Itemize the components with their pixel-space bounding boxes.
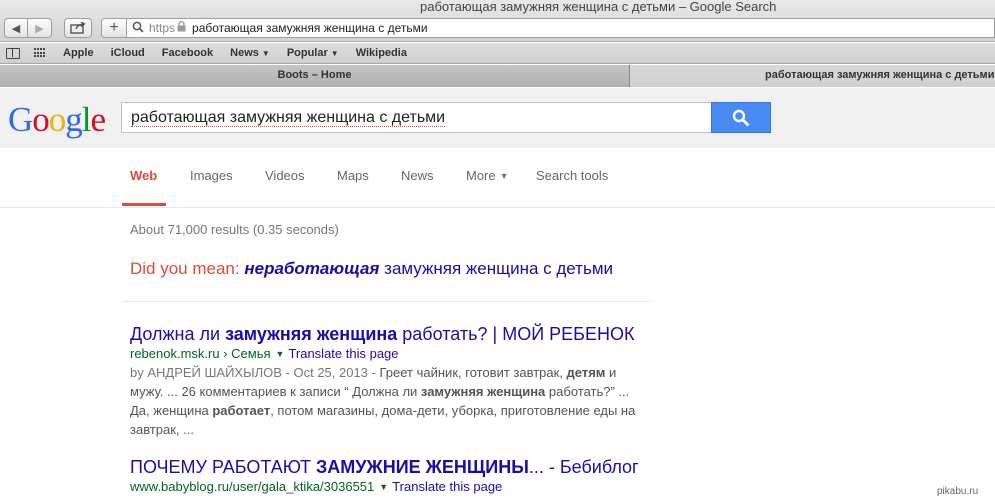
back-arrow-icon: ◀	[11, 22, 21, 35]
tab-images[interactable]: Images	[190, 168, 233, 183]
logo-letter: e	[90, 100, 107, 139]
address-bar[interactable]: https работающая замужняя женщина с деть…	[127, 18, 995, 38]
result-title-link[interactable]: Должна ли замужняя женщина работать? | М…	[130, 323, 650, 345]
bookmark-wikipedia[interactable]: Wikipedia	[356, 47, 407, 59]
tab-news[interactable]: News	[401, 168, 434, 183]
window-title: работающая замужняя женщина с детьми – G…	[420, 0, 777, 14]
divider	[122, 301, 651, 302]
search-result: ПОЧЕМУ РАБОТАЮТ ЗАМУЖНИЕ ЖЕНЩИНЫ... - Бе…	[130, 456, 650, 496]
result-snippet: by АНДРЕЙ ШАЙХЫЛОВ - Oct 25, 2013 - Грее…	[130, 365, 636, 437]
plus-icon: +	[109, 19, 119, 36]
did-you-mean-suggestion-link[interactable]: неработающая замужняя женщина с детьми	[244, 259, 613, 278]
chevron-down-icon: ▼	[499, 171, 509, 181]
search-result: Должна ли замужняя женщина работать? | М…	[130, 323, 650, 439]
tab-more[interactable]: More ▼	[466, 168, 509, 183]
chevron-down-icon: ▼	[261, 49, 270, 58]
chevron-down-icon: ▼	[330, 49, 339, 58]
forward-arrow-icon: ▶	[35, 22, 44, 35]
tab-maps[interactable]: Maps	[337, 168, 369, 183]
result-stats: About 71,000 results (0.35 seconds)	[130, 222, 339, 237]
tab-search-tools[interactable]: Search tools	[536, 168, 608, 183]
bookmarks-bar: Apple iCloud Facebook News ▼ Popular ▼ Wik…	[0, 43, 995, 64]
browser-tab-boots[interactable]: Boots – Home	[0, 65, 630, 87]
logo-letter: g	[65, 100, 82, 139]
logo-letter: l	[81, 100, 92, 139]
lock-icon	[177, 20, 186, 35]
watermark: pikabu.ru	[937, 486, 979, 497]
result-title-link[interactable]: ПОЧЕМУ РАБОТАЮТ ЗАМУЖНИЕ ЖЕНЩИНЫ... - Бе…	[130, 456, 650, 478]
back-button[interactable]: ◀	[4, 18, 28, 38]
search-input[interactable]: работающая замужняя женщина с детьми	[121, 102, 711, 133]
bookmark-news[interactable]: News ▼	[230, 47, 270, 59]
translate-link[interactable]: Translate this page	[392, 479, 502, 494]
translate-link[interactable]: Translate this page	[288, 346, 398, 361]
result-url: www.babyblog.ru/user/gala_ktika/3036551 ▼…	[130, 479, 503, 494]
bookmark-icloud[interactable]: iCloud	[111, 47, 145, 59]
bookmark-facebook[interactable]: Facebook	[162, 47, 213, 59]
google-logo[interactable]: Google	[8, 100, 107, 140]
tab-videos[interactable]: Videos	[265, 168, 305, 183]
top-sites-grid-icon[interactable]	[34, 48, 46, 58]
search-icon	[127, 21, 149, 36]
browser-toolbar: работающая замужняя женщина с детьми – G…	[0, 0, 995, 42]
bookmark-apple[interactable]: Apple	[63, 47, 94, 59]
new-tab-button[interactable]: +	[101, 18, 127, 38]
search-button[interactable]	[711, 102, 771, 133]
share-button[interactable]	[64, 18, 92, 38]
chevron-down-icon[interactable]: ▼	[276, 349, 285, 359]
chevron-down-icon[interactable]: ▼	[379, 482, 388, 492]
search-icon	[732, 109, 749, 126]
https-label: https	[149, 21, 176, 35]
did-you-mean-label: Did you mean:	[130, 259, 245, 278]
logo-letter: o	[32, 100, 49, 139]
tab-web[interactable]: Web	[130, 168, 157, 183]
google-header: Google работающая замужняя женщина с дет…	[0, 88, 995, 148]
logo-letter: G	[8, 100, 33, 139]
active-tab-indicator	[122, 203, 166, 206]
did-you-mean: Did you mean: неработающая замужняя женщ…	[130, 259, 613, 279]
bookmark-popular[interactable]: Popular ▼	[287, 47, 339, 59]
result-url: rebenok.msk.ru › Семья ▼ Translate this pa…	[130, 346, 399, 361]
forward-button[interactable]: ▶	[28, 18, 52, 38]
browser-tab-bar: Boots – Home работающая замужняя женщина…	[0, 65, 995, 87]
search-query-text: работающая замужняя женщина с детьми	[131, 109, 446, 127]
nav-buttons: ◀ ▶	[4, 18, 52, 38]
reading-list-icon[interactable]	[6, 47, 20, 59]
browser-tab-google-search[interactable]: работающая замужняя женщина с детьми	[630, 65, 995, 87]
address-text: работающая замужняя женщина с детьми	[192, 21, 428, 35]
search-tabs: Web Images Videos Maps News More ▼ Search…	[0, 148, 995, 208]
share-icon	[70, 22, 86, 34]
logo-letter: o	[48, 100, 66, 139]
